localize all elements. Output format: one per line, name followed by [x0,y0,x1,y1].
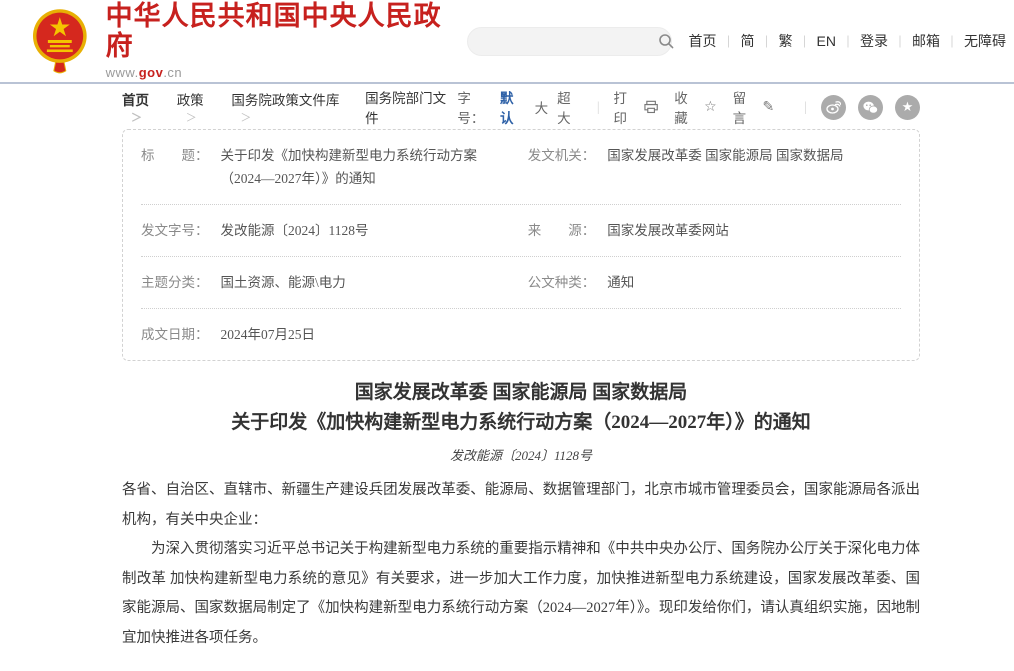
breadcrumb-home[interactable]: 首页 [122,89,177,125]
content-column: 首页 政策 国务院政策文件库 国务院部门文件 字号： 默认 大 超大 | 打印 … [122,96,920,671]
toolbar-divider: | [597,99,600,115]
meta-doc-type-value: 通知 [607,271,634,294]
meta-title-label: 标 题： [141,144,209,167]
breadcrumb-policy[interactable]: 政策 [177,89,232,125]
breadcrumb-policy-library[interactable]: 国务院政策文件库 [231,89,365,125]
nav-mailbox[interactable]: 邮箱 [912,31,964,51]
header-right: 首页 简 繁 EN 登录 邮箱 无障碍 [467,27,1006,56]
weibo-share-button[interactable] [821,95,846,120]
meta-date-cell: 成文日期： 2024年07月25日 [141,309,506,360]
meta-source-cell: 来 源： 国家发展改革委网站 [506,205,901,256]
paragraph-addressees: 各省、自治区、直辖市、新疆生产建设兵团发展改革委、能源局、数据管理部门，北京市城… [122,476,920,535]
page-tools: 字号： 默认 大 超大 | 打印 收藏 ☆ 留言 ✎ | [457,87,920,127]
meta-category-label: 主题分类： [141,271,209,294]
document-title-line1: 国家发展改革委 国家能源局 国家数据局 [122,378,920,408]
meta-row-number-source: 发文字号： 发改能源〔2024〕1128号 来 源： 国家发展改革委网站 [141,205,901,257]
nav-traditional-chinese[interactable]: 繁 [778,31,816,51]
meta-row-category-type: 主题分类： 国土资源、能源\电力 公文种类： 通知 [141,257,901,309]
top-nav: 首页 简 繁 EN 登录 邮箱 无障碍 [688,31,1006,51]
font-size-xlarge-button[interactable]: 超大 [557,87,583,127]
meta-date-label: 成文日期： [141,323,209,346]
comment-button[interactable]: 留言 ✎ [733,87,775,127]
national-emblem-logo [28,7,92,75]
site-brand-text: 中华人民共和国中央人民政府 www.gov.cn [106,2,468,79]
site-header: 中华人民共和国中央人民政府 www.gov.cn 首页 简 繁 EN 登录 邮箱… [0,0,1014,84]
meta-doc-number-label: 发文字号： [141,219,209,242]
meta-doc-type-cell: 公文种类： 通知 [506,257,901,308]
nav-english[interactable]: EN [817,33,860,50]
meta-doc-number-cell: 发文字号： 发改能源〔2024〕1128号 [141,205,506,256]
printer-icon [644,100,658,114]
star-icon: ☆ [704,99,717,115]
star-share-button[interactable]: ★ [895,95,920,120]
toolbar-divider: | [804,99,807,115]
document-article: 国家发展改革委 国家能源局 国家数据局 关于印发《加快构建新型电力系统行动方案（… [122,378,920,671]
search-box[interactable] [467,27,672,56]
weibo-icon [826,101,841,114]
pencil-icon: ✎ [763,99,775,115]
meta-date-value: 2024年07月25日 [221,323,316,346]
document-meta-table: 标 题： 关于印发《加快构建新型电力系统行动方案（2024—2027年）》的通知… [122,129,920,361]
font-size-default-button[interactable]: 默认 [500,87,526,127]
meta-row-title-agency: 标 题： 关于印发《加快构建新型电力系统行动方案（2024—2027年）》的通知… [141,130,901,205]
favorite-button[interactable]: 收藏 ☆ [674,87,716,127]
meta-agency-label: 发文机关： [528,144,596,167]
font-size-label: 字号： [457,87,496,127]
print-button[interactable]: 打印 [614,87,659,127]
document-title: 国家发展改革委 国家能源局 国家数据局 关于印发《加快构建新型电力系统行动方案（… [122,378,920,438]
breadcrumb-department-documents[interactable]: 国务院部门文件 [365,87,457,127]
document-title-line2: 关于印发《加快构建新型电力系统行动方案（2024—2027年）》的通知 [122,408,920,438]
search-icon[interactable] [658,33,674,49]
site-url: www.gov.cn [106,65,468,80]
meta-category-cell: 主题分类： 国土资源、能源\电力 [141,257,506,308]
meta-agency-value: 国家发展改革委 国家能源局 国家数据局 [607,144,843,167]
share-buttons: ★ [821,95,920,120]
nav-accessibility[interactable]: 无障碍 [964,31,1006,51]
site-brand[interactable]: 中华人民共和国中央人民政府 www.gov.cn [28,2,467,79]
meta-doc-number-value: 发改能源〔2024〕1128号 [221,219,369,242]
search-input[interactable] [482,28,658,55]
wechat-icon [863,101,878,114]
paragraph-main: 为深入贯彻落实习近平总书记关于构建新型电力系统的重要指示精神和《中共中央办公厅、… [122,535,920,653]
meta-title-value: 关于印发《加快构建新型电力系统行动方案（2024—2027年）》的通知 [221,144,506,190]
meta-source-label: 来 源： [528,219,596,242]
meta-doc-type-label: 公文种类： [528,271,596,294]
meta-empty-cell [506,309,901,360]
meta-title-cell: 标 题： 关于印发《加快构建新型电力系统行动方案（2024—2027年）》的通知 [141,130,506,204]
site-title: 中华人民共和国中央人民政府 [106,2,468,61]
breadcrumb: 首页 政策 国务院政策文件库 国务院部门文件 [122,87,457,127]
wechat-share-button[interactable] [858,95,883,120]
meta-source-value: 国家发展改革委网站 [607,219,729,242]
nav-home[interactable]: 首页 [688,31,740,51]
meta-row-date: 成文日期： 2024年07月25日 [141,309,901,360]
document-body: 各省、自治区、直辖市、新疆生产建设兵团发展改革委、能源局、数据管理部门，北京市城… [122,476,920,653]
meta-agency-cell: 发文机关： 国家发展改革委 国家能源局 国家数据局 [506,130,901,204]
meta-category-value: 国土资源、能源\电力 [221,271,346,294]
font-size-large-button[interactable]: 大 [535,97,549,117]
nav-login[interactable]: 登录 [860,31,912,51]
star-share-icon: ★ [902,100,914,115]
nav-simplified-chinese[interactable]: 简 [740,31,778,51]
document-number: 发改能源〔2024〕1128号 [122,445,920,464]
breadcrumb-toolbar-row: 首页 政策 国务院政策文件库 国务院部门文件 字号： 默认 大 超大 | 打印 … [122,96,920,118]
